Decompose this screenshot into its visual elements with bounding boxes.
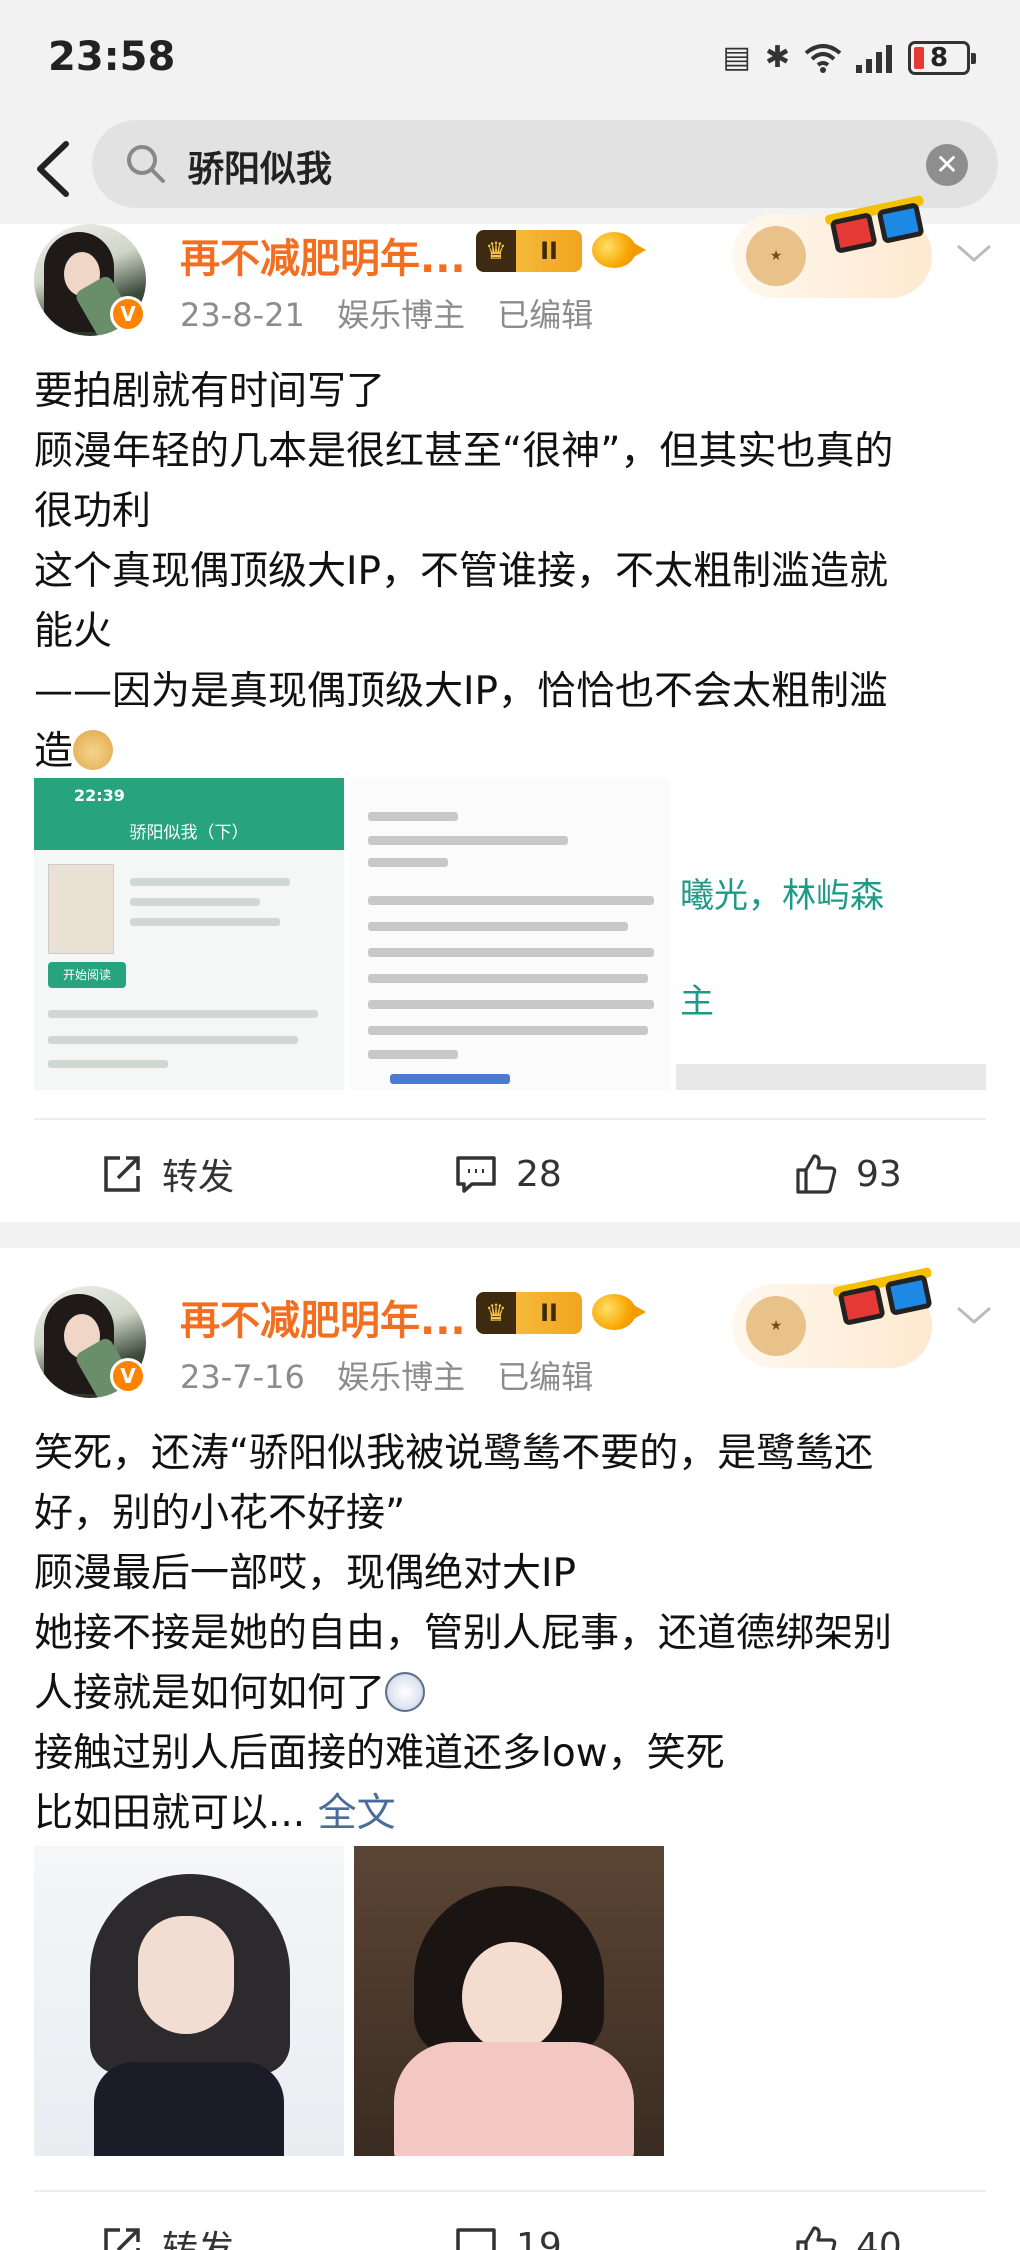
status-bar: 23:58 ▤ ✱ 8	[0, 0, 1020, 118]
crown-icon: ♛	[476, 230, 516, 272]
post-line: 好，别的小花不好接”	[34, 1491, 406, 1536]
chevron-down-icon[interactable]	[952, 1300, 996, 1330]
clear-icon[interactable]: ✕	[926, 144, 968, 186]
post-meta: 23-7-16 娱乐博主 已编辑	[180, 1352, 615, 1398]
decoration-logo-icon: ★	[746, 1296, 806, 1356]
post-meta: 23-8-21 娱乐博主 已编辑	[180, 290, 615, 336]
comment-count: 28	[516, 1153, 562, 1195]
divider	[34, 2190, 986, 2192]
post-line: 能火	[34, 609, 113, 654]
post-card[interactable]: V 再不减肥明年... ♛ II ★ 23-8-21 娱乐博主 已编辑 要拍剧就…	[0, 194, 1020, 1214]
level-label: II	[540, 1299, 558, 1327]
edited-label: 已编辑	[497, 1358, 594, 1396]
battery-level: 8	[929, 43, 949, 73]
divider	[34, 1118, 986, 1120]
post-line: 顾漫年轻的几本是很红甚至“很神”，但其实也真的	[34, 429, 894, 474]
image-side-text: 曦光，林屿森	[680, 876, 884, 916]
level-badge[interactable]: ♛ II	[476, 230, 582, 272]
thumbs-up-icon	[796, 2226, 837, 2250]
action-bar: 转发 19 40	[0, 2196, 1020, 2250]
image-side-text-2: 主	[680, 982, 714, 1022]
post-line: 接触过别人后面接的难道还多low，笑死	[34, 1731, 725, 1776]
post-line: 要拍剧就有时间写了	[34, 369, 386, 414]
post-date: 23-8-21	[180, 296, 305, 334]
post-line: 这个真现偶顶级大IP，不管谁接，不太粗制滥造就	[34, 549, 889, 594]
comment-icon	[456, 2228, 496, 2250]
post-line: 人接就是如何如何了	[34, 1664, 984, 1724]
comment-button[interactable]: 28	[454, 1124, 562, 1224]
post-image[interactable]	[354, 1846, 664, 2156]
search-icon	[127, 145, 165, 183]
username[interactable]: 再不减肥明年...	[180, 1288, 466, 1346]
repost-button[interactable]: 转发	[100, 1124, 234, 1224]
search-query[interactable]: 骄阳似我	[188, 140, 332, 192]
bluetooth-icon: ✱	[764, 40, 790, 75]
chevron-down-icon[interactable]	[952, 238, 996, 268]
image-read-button: 开始阅读	[48, 962, 126, 988]
full-text-link[interactable]: 全文	[318, 1791, 396, 1836]
post-image[interactable]	[34, 1846, 344, 2156]
fan-badge-icon[interactable]	[592, 1294, 646, 1330]
post-date: 23-7-16	[180, 1358, 305, 1396]
level-badge[interactable]: ♛ II	[476, 1292, 582, 1334]
edited-label: 已编辑	[497, 296, 594, 334]
post-line-last: 比如田就可以... 全文	[34, 1791, 396, 1836]
repost-button[interactable]: 转发	[100, 2196, 234, 2250]
image-app-time: 22:39	[74, 786, 125, 805]
action-bar: 转发 28 93	[0, 1124, 1020, 1224]
like-count: 93	[856, 1153, 902, 1195]
image-app-title: 骄阳似我（下）	[129, 823, 249, 843]
like-count: 40	[856, 2225, 902, 2250]
decoration-logo-icon: ★	[746, 226, 806, 286]
post-text[interactable]: 要拍剧就有时间写了 顾漫年轻的几本是很红甚至“很神”，但其实也真的 很功利 这个…	[34, 362, 984, 782]
comment-button[interactable]: 19	[454, 2196, 562, 2250]
repost-label: 转发	[162, 2229, 235, 2250]
post-line: 笑死，还涛“骄阳似我被说鹭鸶不要的，是鹭鸶还	[34, 1431, 874, 1476]
repost-label: 转发	[162, 1157, 235, 1198]
comment-count: 19	[516, 2225, 562, 2250]
signal-icon	[856, 45, 892, 73]
like-button[interactable]: 40	[794, 2196, 902, 2250]
wifi-icon	[804, 44, 842, 73]
status-time: 23:58	[48, 34, 176, 80]
status-icons: ▤ ✱ 8	[722, 38, 976, 78]
post-line: 她接不接是她的自由，管别人屁事，还道德绑架别	[34, 1611, 893, 1656]
shocked-emoji-icon	[385, 1672, 426, 1712]
post-image[interactable]: 曦光，林屿森 主	[676, 778, 986, 1090]
post-line: ——因为是真现偶顶级大IP，恰恰也不会太粗制滥	[34, 669, 889, 714]
repost-icon	[104, 2228, 140, 2250]
verified-badge-icon: V	[110, 296, 146, 332]
level-label: II	[540, 237, 558, 265]
username[interactable]: 再不减肥明年...	[180, 226, 466, 284]
doge-emoji-icon	[73, 730, 114, 770]
comment-icon	[456, 1156, 496, 1193]
post-text[interactable]: 笑死，还涛“骄阳似我被说鹭鸶不要的，是鹭鸶还 好，别的小花不好接” 顾漫最后一部…	[34, 1424, 984, 1844]
chevron-left-icon[interactable]	[26, 136, 86, 202]
post-line: 顾漫最后一部哎，现偶绝对大IP	[34, 1551, 577, 1596]
feed-separator	[0, 1222, 1020, 1248]
post-image[interactable]	[350, 778, 670, 1090]
post-line-last: 造	[34, 722, 984, 782]
book-cover	[48, 864, 114, 954]
author-role: 娱乐博主	[337, 296, 466, 334]
fan-badge-icon[interactable]	[592, 232, 646, 268]
post-line: 很功利	[34, 489, 152, 534]
post-card[interactable]: V 再不减肥明年... ♛ II ★ 23-7-16 娱乐博主 已编辑 笑死，还…	[0, 1248, 1020, 2250]
repost-icon	[104, 1156, 140, 1192]
crown-icon: ♛	[476, 1292, 516, 1334]
post-image[interactable]: 22:39 骄阳似我（下） 开始阅读	[34, 778, 344, 1090]
nfc-icon: ▤	[722, 40, 751, 75]
search-input[interactable]: 骄阳似我 ✕	[92, 120, 998, 208]
author-role: 娱乐博主	[337, 1358, 466, 1396]
thumbs-up-icon	[796, 1154, 837, 1194]
like-button[interactable]: 93	[794, 1124, 902, 1224]
verified-badge-icon: V	[110, 1358, 146, 1394]
battery-icon: 8	[908, 41, 976, 75]
